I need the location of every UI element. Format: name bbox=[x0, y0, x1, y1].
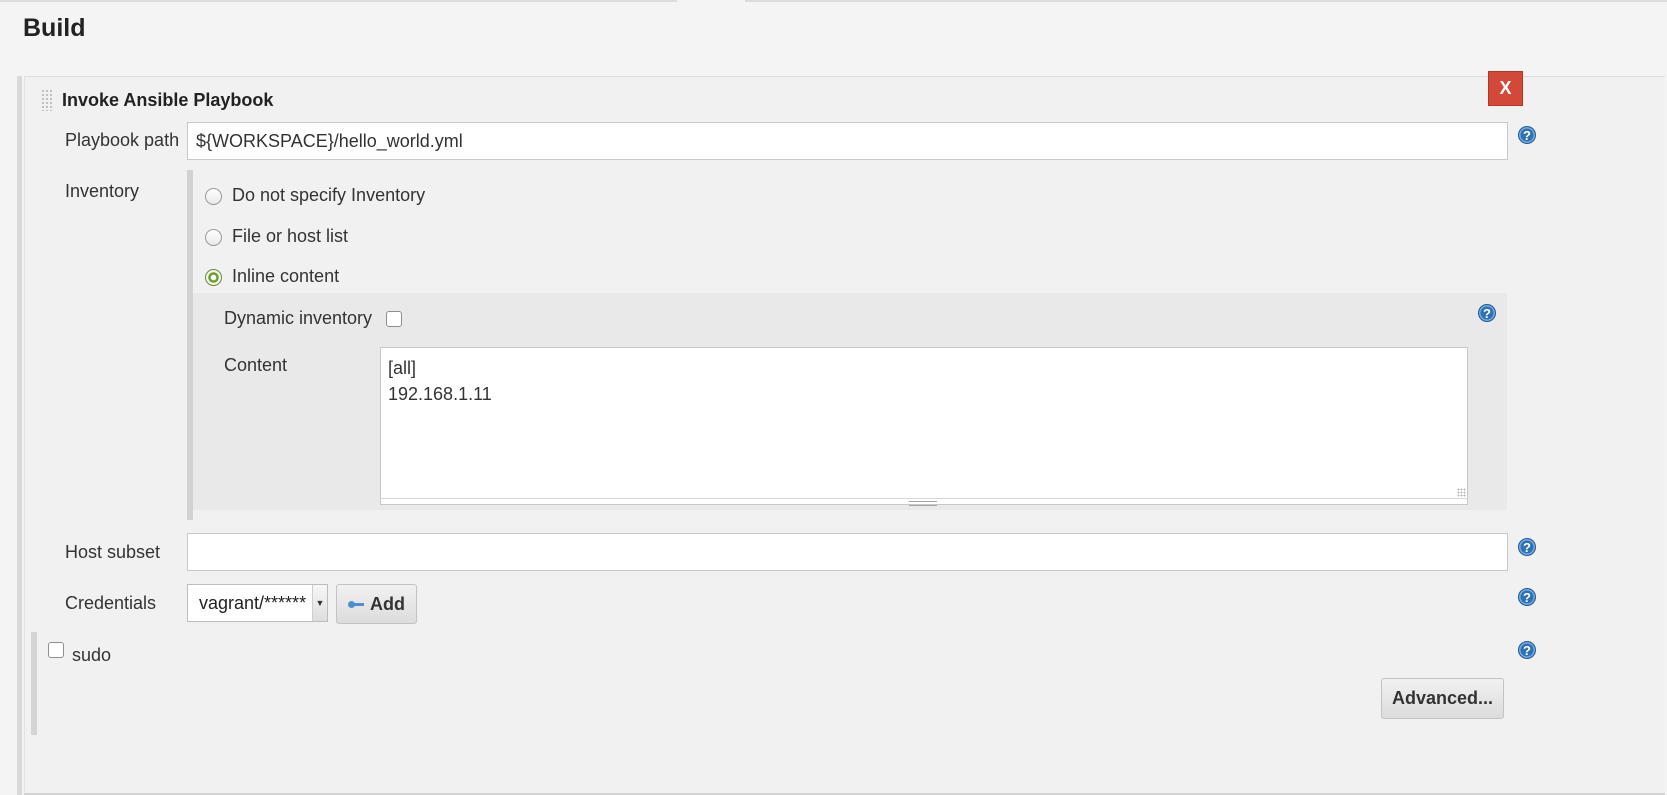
credentials-select[interactable]: vagrant/****** ▼ bbox=[187, 584, 328, 622]
textarea-resize-grip[interactable] bbox=[380, 498, 1468, 506]
host-subset-input[interactable] bbox=[187, 533, 1508, 571]
sudo-group-border bbox=[31, 632, 37, 735]
section-border bbox=[17, 76, 22, 795]
radio-inline-content-label[interactable]: Inline content bbox=[232, 266, 339, 287]
credentials-label: Credentials bbox=[65, 593, 157, 613]
sudo-label: sudo bbox=[72, 645, 112, 665]
help-icon[interactable]: ? bbox=[1518, 641, 1536, 659]
add-credentials-button[interactable]: Add bbox=[336, 584, 417, 624]
chevron-down-icon[interactable]: ▼ bbox=[312, 585, 327, 621]
top-border bbox=[0, 0, 1667, 4]
help-icon[interactable]: ? bbox=[1518, 126, 1536, 144]
radio-file-host-list-label[interactable]: File or host list bbox=[232, 226, 348, 247]
credentials-selected-value: vagrant/****** bbox=[199, 593, 307, 613]
inventory-label: Inventory bbox=[65, 181, 140, 201]
content-label: Content bbox=[224, 355, 288, 375]
help-icon[interactable]: ? bbox=[1518, 538, 1536, 556]
step-title: Invoke Ansible Playbook bbox=[62, 90, 274, 110]
help-icon[interactable]: ? bbox=[1478, 304, 1496, 322]
drag-handle-icon[interactable] bbox=[41, 89, 53, 111]
host-subset-label: Host subset bbox=[65, 542, 161, 562]
radio-no-inventory[interactable] bbox=[205, 188, 222, 205]
key-icon bbox=[348, 598, 365, 610]
dynamic-inventory-checkbox[interactable] bbox=[386, 311, 402, 327]
help-icon[interactable]: ? bbox=[1518, 588, 1536, 606]
radio-inline-content[interactable] bbox=[205, 269, 222, 286]
radio-file-host-list[interactable] bbox=[205, 229, 222, 246]
resize-corner-icon[interactable] bbox=[1457, 488, 1466, 497]
inventory-content-textarea[interactable]: [all] 192.168.1.11 bbox=[380, 347, 1468, 505]
delete-step-button[interactable]: X bbox=[1488, 71, 1523, 106]
section-title: Build bbox=[23, 14, 86, 42]
dynamic-inventory-label: Dynamic inventory bbox=[224, 308, 373, 328]
radio-no-inventory-label[interactable]: Do not specify Inventory bbox=[232, 185, 425, 206]
advanced-button[interactable]: Advanced... bbox=[1381, 678, 1504, 719]
sudo-checkbox[interactable] bbox=[48, 642, 64, 658]
add-credentials-label: Add bbox=[370, 593, 405, 614]
playbook-path-label: Playbook path bbox=[65, 130, 180, 150]
playbook-path-input[interactable] bbox=[187, 122, 1508, 160]
